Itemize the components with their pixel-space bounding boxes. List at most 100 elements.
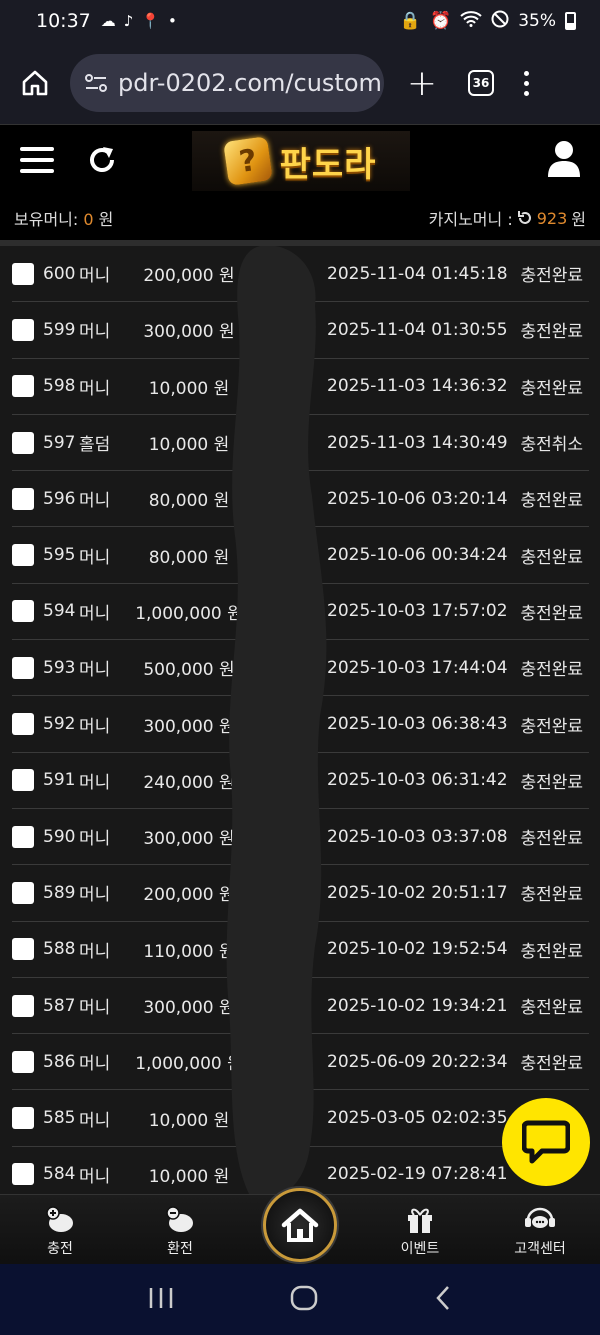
- user-account-button[interactable]: [546, 139, 582, 183]
- android-home-button[interactable]: [290, 1285, 318, 1315]
- home-icon: [281, 1208, 319, 1242]
- casino-refresh-icon[interactable]: [517, 210, 533, 226]
- row-checkbox[interactable]: [12, 825, 34, 848]
- row-checkbox[interactable]: [12, 713, 34, 736]
- casino-money-value: 923: [536, 208, 568, 228]
- site-header: ? 판도라: [0, 124, 600, 196]
- balance-bar: 보유머니: 0 원 카지노머니 : 923 원: [0, 196, 600, 240]
- row-id: 585: [43, 1108, 76, 1129]
- cloud-icon: ☁: [100, 12, 116, 30]
- row-id: 588: [43, 939, 76, 960]
- android-home-icon: [290, 1285, 318, 1310]
- row-status: 충전완료: [520, 603, 583, 624]
- do-not-disturb-icon: [491, 10, 509, 33]
- row-date: 2025-10-06 00:34:24: [327, 545, 508, 566]
- row-date: 2025-10-02 19:52:54: [327, 939, 508, 960]
- row-type: 머니: [79, 266, 111, 287]
- row-checkbox[interactable]: [12, 431, 34, 454]
- gift-icon: [408, 1208, 432, 1233]
- holding-money-value: 0: [83, 210, 94, 229]
- browser-home-button[interactable]: [0, 68, 70, 98]
- row-id: 599: [43, 319, 76, 340]
- row-date: 2025-11-03 14:36:32: [327, 376, 508, 397]
- row-type: 머니: [79, 603, 111, 624]
- row-checkbox[interactable]: [12, 1163, 34, 1186]
- row-status: 충전취소: [520, 435, 583, 456]
- wifi-icon: [460, 10, 482, 32]
- row-type: 머니: [79, 491, 111, 512]
- row-date: 2025-10-03 03:37:08: [327, 826, 508, 847]
- row-id: 597: [43, 432, 76, 453]
- row-id: 595: [43, 545, 76, 566]
- row-date: 2025-11-03 14:30:49: [327, 432, 508, 453]
- row-date: 2025-10-03 17:44:04: [327, 657, 508, 678]
- row-checkbox[interactable]: [12, 600, 34, 623]
- nav-event[interactable]: 이벤트: [360, 1195, 480, 1264]
- deposit-history-list[interactable]: 600 머니 200,000 원 2025-11-04 01:45:18 충전완료 599…: [0, 240, 600, 1194]
- browser-menu-button[interactable]: [524, 70, 529, 96]
- row-status: 충전완료: [520, 378, 583, 399]
- live-chat-button[interactable]: [502, 1098, 590, 1186]
- row-checkbox[interactable]: [12, 544, 34, 567]
- site-logo[interactable]: ? 판도라: [192, 131, 410, 191]
- logo-text: 판도라: [279, 144, 377, 185]
- row-id: 600: [43, 263, 76, 284]
- back-icon: [436, 1285, 449, 1310]
- row-checkbox[interactable]: [12, 656, 34, 679]
- support-chat-icon: [525, 1207, 555, 1228]
- row-checkbox[interactable]: [12, 1050, 34, 1073]
- holding-money: 보유머니: 0 원: [14, 206, 113, 230]
- row-checkbox[interactable]: [12, 938, 34, 961]
- row-type: 머니: [79, 660, 111, 681]
- row-checkbox[interactable]: [12, 318, 34, 341]
- row-date: 2025-10-06 03:20:14: [327, 488, 508, 509]
- row-checkbox[interactable]: [12, 262, 34, 285]
- row-date: 2025-10-03 06:38:43: [327, 714, 508, 735]
- row-id: 594: [43, 601, 76, 622]
- row-id: 590: [43, 826, 76, 847]
- notification-icons: ☁ ♪ 📍 •: [101, 12, 177, 30]
- row-id: 587: [43, 995, 76, 1016]
- nav-withdraw[interactable]: 환전: [120, 1195, 240, 1264]
- nav-home-button[interactable]: [263, 1188, 337, 1262]
- back-button[interactable]: [434, 1285, 452, 1315]
- logo-mark: ?: [222, 136, 273, 186]
- browser-toolbar: pdr-0202.com/custom + 36: [0, 42, 600, 124]
- casino-money-unit: 원: [571, 210, 586, 229]
- tab-switcher-button[interactable]: 36: [468, 70, 494, 96]
- home-icon: [22, 70, 48, 96]
- address-bar[interactable]: pdr-0202.com/custom: [70, 54, 384, 112]
- row-checkbox[interactable]: [12, 881, 34, 904]
- row-date: 2025-06-09 20:22:34: [327, 1051, 508, 1072]
- row-checkbox[interactable]: [12, 375, 34, 398]
- recent-apps-icon: [149, 1287, 173, 1308]
- nav-deposit-label: 충전: [47, 1241, 73, 1257]
- nav-support[interactable]: 고객센터: [480, 1195, 600, 1264]
- row-status: 충전완료: [520, 1054, 583, 1075]
- row-status: 충전완료: [520, 266, 583, 287]
- tiktok-icon: ♪: [123, 12, 134, 30]
- user-icon: [548, 141, 580, 177]
- row-checkbox[interactable]: [12, 487, 34, 510]
- row-type: 머니: [79, 716, 111, 737]
- row-date: 2025-10-02 20:51:17: [327, 882, 508, 903]
- recent-apps-button[interactable]: [148, 1287, 174, 1313]
- url-text: pdr-0202.com/custom: [118, 69, 382, 97]
- row-type: 머니: [79, 1166, 111, 1187]
- row-checkbox[interactable]: [12, 1107, 34, 1130]
- new-tab-button[interactable]: +: [384, 63, 460, 104]
- row-checkbox[interactable]: [12, 994, 34, 1017]
- android-navigation-bar: [0, 1264, 600, 1335]
- holding-money-label: 보유머니:: [14, 210, 84, 229]
- chat-icon: [522, 1120, 570, 1164]
- refresh-button[interactable]: [86, 143, 118, 181]
- row-type: 머니: [79, 547, 111, 568]
- battery-percent: 35%: [518, 11, 556, 31]
- site-settings-icon[interactable]: [84, 73, 108, 93]
- nav-deposit[interactable]: 충전: [0, 1195, 120, 1264]
- menu-icon[interactable]: [20, 147, 54, 180]
- dot-icon: •: [168, 12, 177, 30]
- row-checkbox[interactable]: [12, 769, 34, 792]
- row-id: 591: [43, 770, 76, 791]
- row-status: 충전완료: [520, 941, 583, 962]
